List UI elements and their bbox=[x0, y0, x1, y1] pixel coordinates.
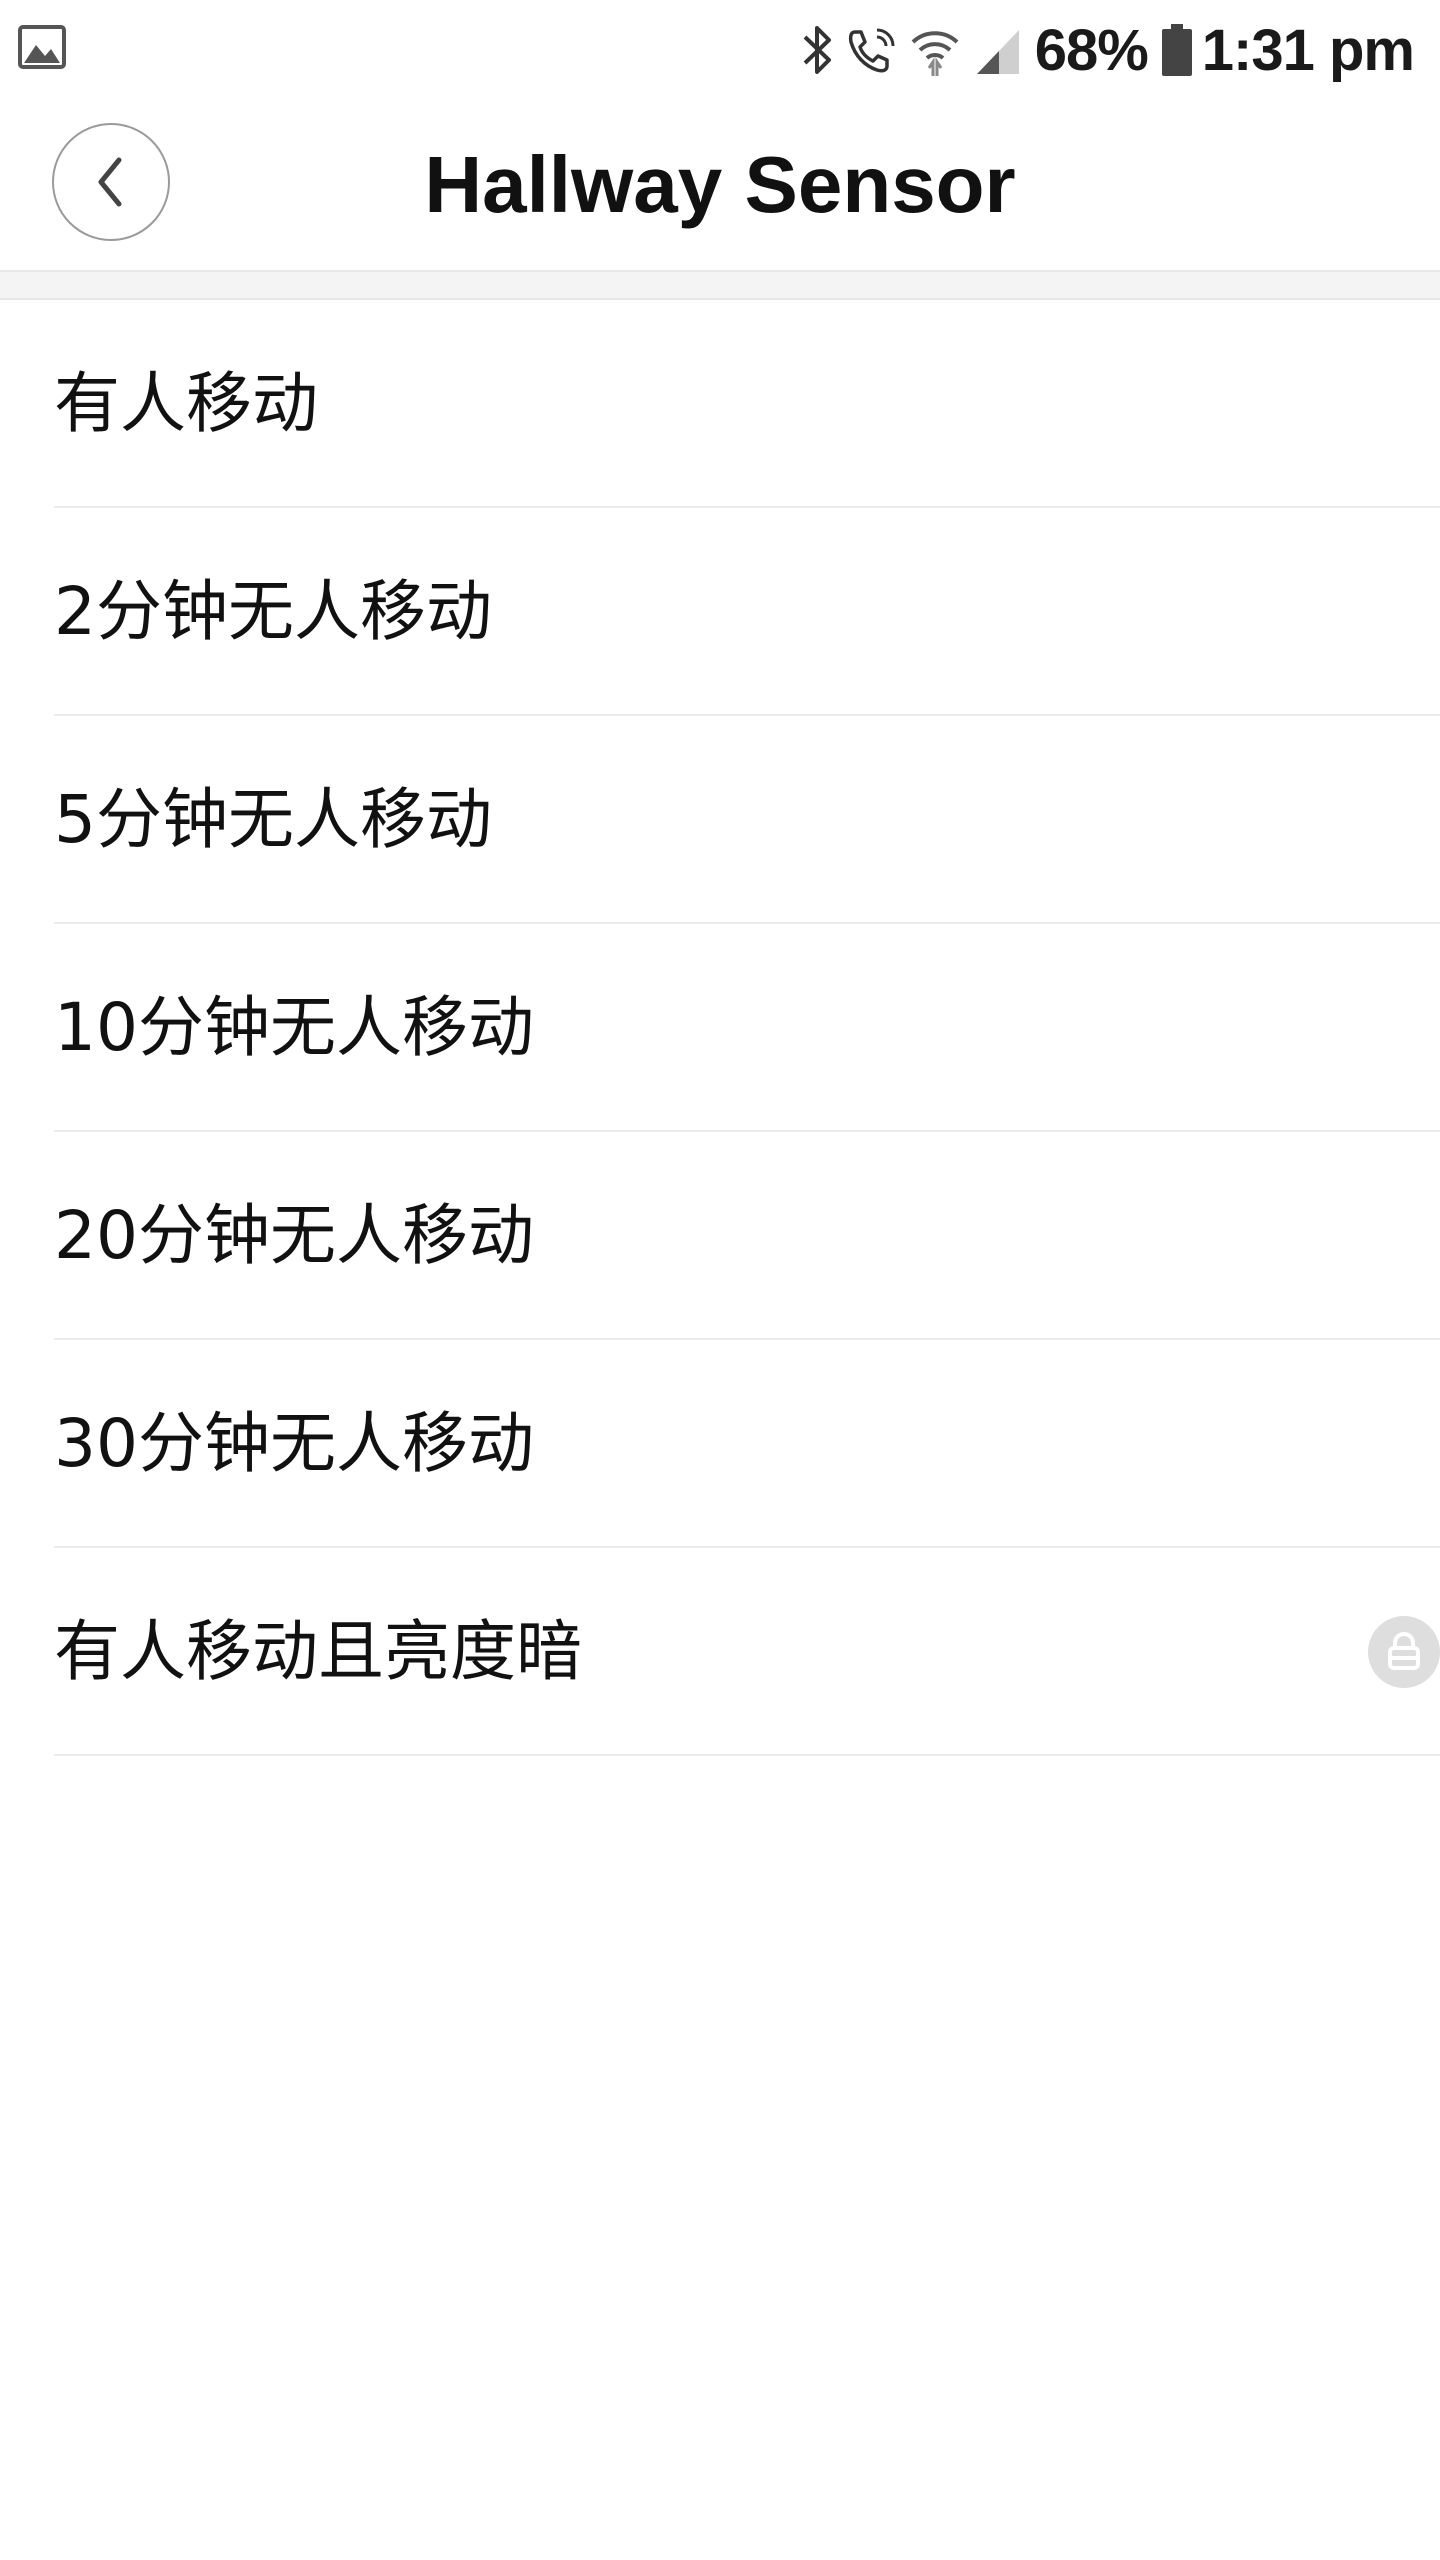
option-no-motion-2min[interactable]: 2分钟无人移动 bbox=[0, 508, 1440, 716]
wifi-calling-icon bbox=[848, 28, 895, 73]
option-someone-moves[interactable]: 有人移动 bbox=[0, 300, 1440, 508]
clock-time: 1:31 pm bbox=[1201, 17, 1415, 83]
cellular-signal-icon bbox=[976, 30, 1019, 74]
option-label: 有人移动且亮度暗 bbox=[54, 1613, 582, 1690]
battery-percentage: 68% bbox=[1034, 17, 1149, 83]
option-motion-and-dark[interactable]: 有人移动且亮度暗 bbox=[0, 1548, 1440, 1756]
option-label: 20分钟无人移动 bbox=[54, 1197, 534, 1274]
page-title: Hallway Sensor bbox=[424, 140, 1016, 229]
option-label: 10分钟无人移动 bbox=[54, 989, 534, 1066]
status-icons: 68% 1:31 pm bbox=[801, 0, 1415, 100]
wifi-icon bbox=[911, 31, 959, 76]
option-label: 有人移动 bbox=[54, 365, 318, 442]
lock-icon bbox=[1388, 1632, 1420, 1670]
photo-icon bbox=[18, 25, 66, 69]
option-label: 2分钟无人移动 bbox=[54, 573, 492, 650]
header: Hallway Sensor bbox=[0, 100, 1440, 270]
bluetooth-icon bbox=[803, 26, 831, 74]
screen: 68% 1:31 pm Hallway Sensor 有人移动 2分钟无人移动 bbox=[0, 0, 1440, 2560]
section-gap bbox=[0, 270, 1440, 300]
lock-badge bbox=[1368, 1616, 1440, 1688]
list-divider bbox=[54, 1754, 1440, 1756]
battery-icon bbox=[1161, 24, 1192, 76]
status-bar: 68% 1:31 pm bbox=[0, 0, 1440, 100]
trigger-option-list: 有人移动 2分钟无人移动 5分钟无人移动 10分钟无人移动 20分钟无人移动 3… bbox=[0, 300, 1440, 1756]
option-label: 30分钟无人移动 bbox=[54, 1405, 534, 1482]
option-label: 5分钟无人移动 bbox=[54, 781, 492, 858]
option-no-motion-20min[interactable]: 20分钟无人移动 bbox=[0, 1132, 1440, 1340]
option-no-motion-10min[interactable]: 10分钟无人移动 bbox=[0, 924, 1440, 1132]
option-no-motion-5min[interactable]: 5分钟无人移动 bbox=[0, 716, 1440, 924]
option-no-motion-30min[interactable]: 30分钟无人移动 bbox=[0, 1340, 1440, 1548]
